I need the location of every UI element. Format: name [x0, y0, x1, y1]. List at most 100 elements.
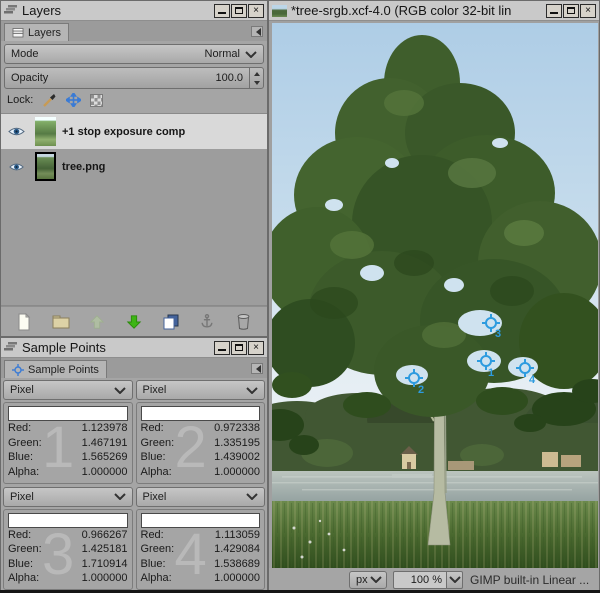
- channel-label: Red:: [141, 421, 164, 436]
- chevron-down-icon: [114, 387, 126, 394]
- layer-thumbnail[interactable]: [35, 152, 56, 181]
- format-value: Pixel: [10, 491, 34, 503]
- channel-value: 1.113059: [215, 528, 260, 543]
- channel-label: Green:: [141, 542, 175, 557]
- minimize-button[interactable]: [214, 4, 230, 18]
- chevron-left-icon: [252, 365, 261, 373]
- minimize-button[interactable]: [214, 341, 230, 355]
- opacity-label: Opacity: [11, 72, 48, 84]
- spin-down-icon: [254, 81, 260, 88]
- lock-move-icon[interactable]: [66, 93, 81, 107]
- sample-points-titlebar[interactable]: Sample Points ×: [1, 338, 267, 358]
- lock-alpha-icon[interactable]: [90, 94, 103, 107]
- tab-sample-points[interactable]: Sample Points: [4, 360, 107, 378]
- new-layer-button[interactable]: [13, 312, 35, 332]
- sample-point-2: Pixel 2 Red:0.972338 Green:1.335195 Blue…: [136, 380, 266, 484]
- sample-1-format-combo[interactable]: Pixel: [3, 380, 133, 400]
- channel-value: 0.972338: [214, 421, 260, 436]
- close-button[interactable]: ×: [580, 4, 596, 18]
- anchor-icon: [199, 313, 215, 330]
- layers-window-title: Layers: [22, 3, 210, 18]
- channel-value: 1.439002: [214, 450, 260, 465]
- channel-value: 1.425181: [82, 542, 128, 557]
- channel-label: Red:: [141, 528, 164, 543]
- delete-layer-button[interactable]: [233, 312, 255, 332]
- channel-label: Alpha:: [141, 465, 172, 480]
- layers-toolbar: [1, 306, 267, 336]
- sample-2-frame: 2 Red:0.972338 Green:1.335195 Blue:1.439…: [136, 402, 266, 484]
- opacity-spinner[interactable]: [249, 68, 263, 88]
- minimize-button[interactable]: [546, 4, 562, 18]
- gimp-screen: Layers × Layers Mode Normal: [0, 0, 600, 593]
- channel-label: Alpha:: [8, 571, 39, 586]
- tab-menu-button[interactable]: [251, 26, 263, 37]
- layer-name[interactable]: tree.png: [62, 161, 105, 173]
- layers-window-icon: [4, 5, 18, 16]
- tab-layers[interactable]: Layers: [4, 23, 69, 41]
- svg-text:3: 3: [495, 328, 501, 340]
- chevron-down-icon: [246, 493, 258, 500]
- channel-label: Green:: [141, 436, 175, 451]
- unit-combo[interactable]: px: [349, 571, 387, 589]
- sample-4-format-combo[interactable]: Pixel: [136, 487, 266, 507]
- layer-name[interactable]: +1 stop exposure comp: [62, 126, 185, 138]
- format-value: Pixel: [143, 384, 167, 396]
- channel-label: Red:: [8, 528, 31, 543]
- anchor-layer-button[interactable]: [196, 312, 218, 332]
- sample-3-color-swatch: [8, 513, 128, 528]
- zoom-dropdown-button[interactable]: [447, 571, 463, 589]
- layers-tabbar: Layers: [1, 21, 267, 41]
- canvas-area: 3 1 2: [269, 21, 599, 568]
- channel-value: 1.538689: [214, 557, 260, 572]
- maximize-button[interactable]: [231, 341, 247, 355]
- layer-row-tree[interactable]: tree.png: [1, 149, 267, 184]
- sample-2-format-combo[interactable]: Pixel: [136, 380, 266, 400]
- opacity-slider[interactable]: Opacity 100.0: [4, 67, 264, 89]
- duplicate-layer-button[interactable]: [160, 312, 182, 332]
- opacity-value: 100.0: [215, 72, 243, 84]
- zoom-input[interactable]: 100 %: [393, 571, 447, 589]
- format-value: Pixel: [10, 384, 34, 396]
- channel-value: 1.565269: [82, 450, 128, 465]
- close-button[interactable]: ×: [248, 341, 264, 355]
- folder-icon: [52, 314, 70, 329]
- channel-value: 1.429084: [214, 542, 260, 557]
- sample-3-frame: 3 Red:0.966267 Green:1.425181 Blue:1.710…: [3, 509, 133, 591]
- visibility-toggle[interactable]: [3, 126, 29, 137]
- layer-row-exposure[interactable]: +1 stop exposure comp: [1, 114, 267, 149]
- layer-list: +1 stop exposure comp tree.png: [1, 113, 267, 306]
- channel-value: 0.966267: [82, 528, 128, 543]
- maximize-button[interactable]: [563, 4, 579, 18]
- new-group-button[interactable]: [50, 312, 72, 332]
- tab-menu-button[interactable]: [251, 363, 263, 374]
- visibility-toggle[interactable]: [3, 162, 29, 172]
- close-button[interactable]: ×: [248, 4, 264, 18]
- arrow-down-icon: [126, 314, 142, 330]
- mode-label: Mode: [11, 48, 39, 60]
- lock-label: Lock:: [7, 94, 33, 106]
- layers-titlebar[interactable]: Layers ×: [1, 1, 267, 21]
- channel-label: Alpha:: [8, 465, 39, 480]
- channel-label: Blue:: [8, 450, 33, 465]
- lock-row: Lock:: [1, 89, 267, 111]
- unit-value: px: [356, 574, 368, 586]
- lower-layer-button[interactable]: [123, 312, 145, 332]
- channel-label: Alpha:: [141, 571, 172, 586]
- channel-value: 1.335195: [214, 436, 260, 451]
- image-window-icon: [272, 5, 287, 17]
- chevron-down-icon: [370, 576, 382, 583]
- lock-paint-icon[interactable]: [42, 93, 57, 107]
- image-canvas[interactable]: 3 1 2: [272, 23, 598, 568]
- eye-icon: [9, 162, 24, 172]
- layer-thumbnail[interactable]: [35, 117, 56, 146]
- svg-text:2: 2: [418, 384, 424, 396]
- channel-value: 1.000000: [82, 465, 128, 480]
- maximize-button[interactable]: [231, 4, 247, 18]
- channel-label: Green:: [8, 542, 42, 557]
- layer-mode-combo[interactable]: Mode Normal: [4, 44, 264, 64]
- sample-3-format-combo[interactable]: Pixel: [3, 487, 133, 507]
- raise-layer-button[interactable]: [86, 312, 108, 332]
- chevron-down-icon: [246, 387, 258, 394]
- image-titlebar[interactable]: *tree-srgb.xcf-4.0 (RGB color 32-bit lin…: [269, 1, 599, 21]
- chevron-down-icon: [449, 576, 461, 583]
